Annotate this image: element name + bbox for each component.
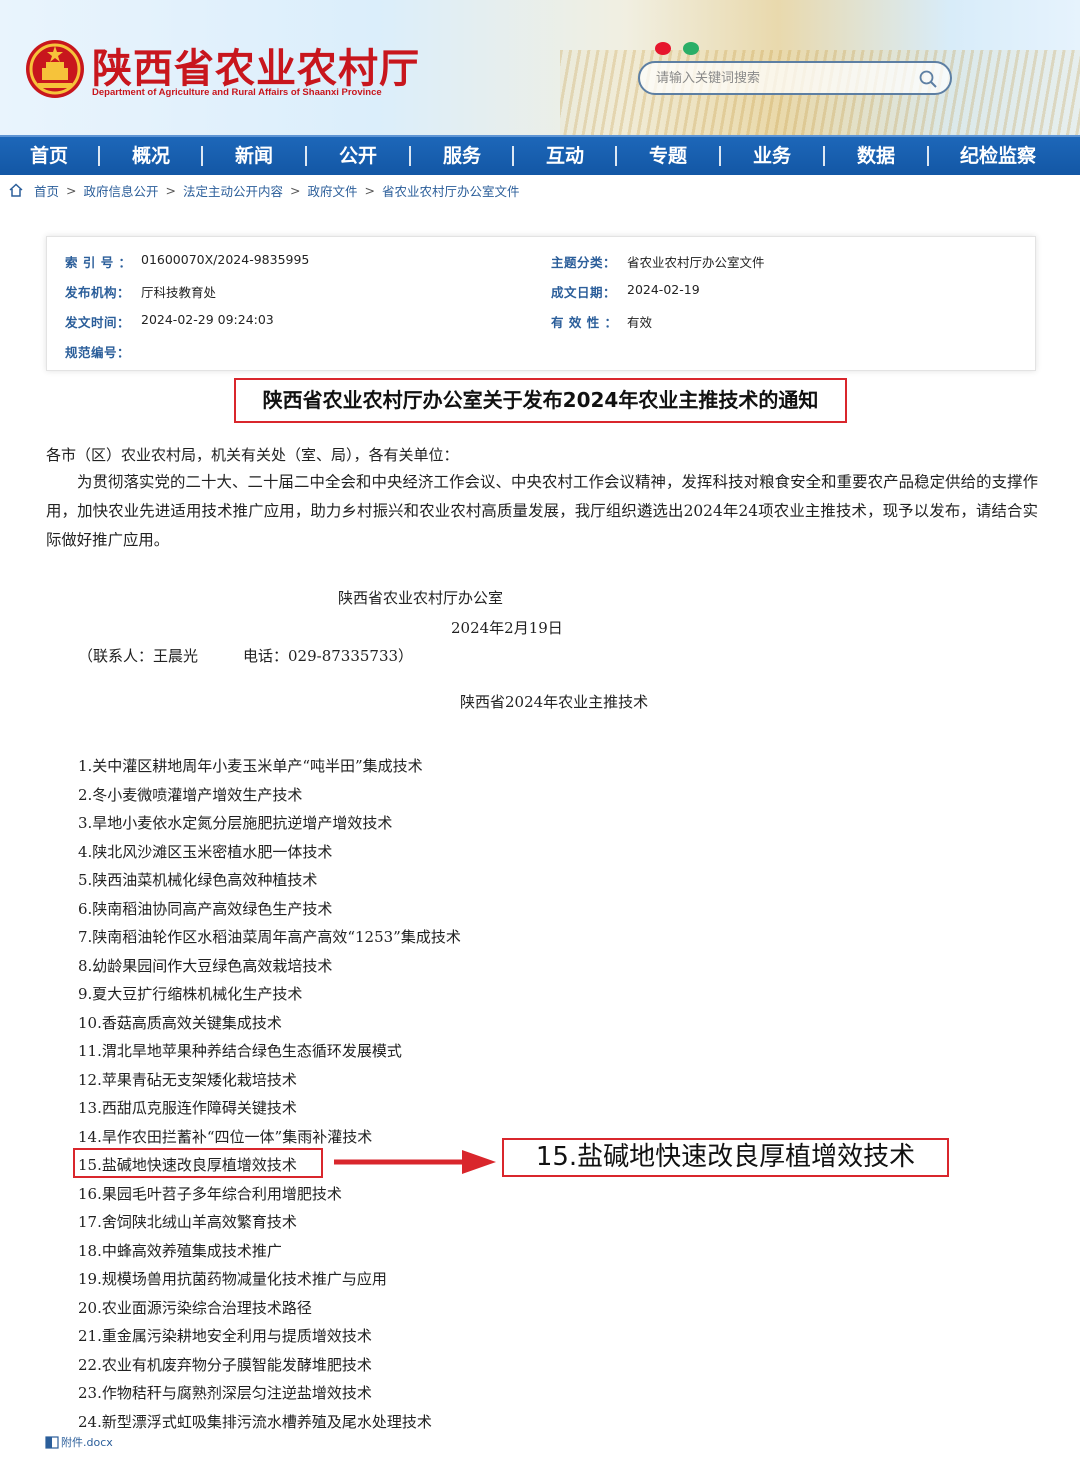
validity-label: 有 效 性 ： [551,315,618,330]
nav-item-public[interactable]: 公开 [317,137,399,175]
list-item: 10.香菇高质高效关键集成技术 [78,1013,282,1032]
share-icons [655,42,699,55]
nav-item-interaction[interactable]: 互动 [524,137,606,175]
validity-value: 有效 [627,315,653,330]
nav-item-home[interactable]: 首页 [8,137,90,175]
nav-divider [98,146,100,166]
nav-item-overview[interactable]: 概况 [110,137,192,175]
list-item: 24.新型漂浮式虹吸集排污流水槽养殖及尾水处理技术 [78,1412,432,1431]
issuer-value: 厅科技教育处 [141,285,217,300]
wechat-icon[interactable] [683,42,699,55]
issuer-label: 发布机构： [65,285,131,300]
breadcrumb: 首页 > 政府信息公开 > 法定主动公开内容 > 政府文件 > 省农业农村厅办公… [8,180,520,200]
home-icon [9,183,23,197]
list-item: 23.作物秸秆与腐熟剂深层匀注逆盐增效技术 [78,1384,372,1402]
contact-info: （联系人：王晨光 电话：029-87335733） [78,647,414,665]
code-label: 规范编号： [65,345,131,360]
signature: 陕西省农业农村厅办公室 [338,589,504,607]
nav-divider [201,146,203,166]
document-meta-box: 索 引 号 ： 01600070X/2024-9835995 发布机构： 厅科技… [46,236,1036,371]
list-item: 21.重金属污染耕地安全利用与提质增效技术 [78,1327,372,1345]
arrow-right-icon [334,1150,496,1174]
index-label: 索 引 号 ： [65,255,132,270]
list-item: 1.关中灌区耕地周年小麦玉米单产“吨半田”集成技术 [78,757,423,775]
breadcrumb-separator: > [364,182,375,198]
list-item: 22.农业有机废弃物分子膜智能发酵堆肥技术 [78,1355,372,1374]
issue-time-value: 2024-02-29 09:24:03 [141,312,274,327]
nav-item-topics[interactable]: 专题 [627,137,709,175]
nav-divider [615,146,617,166]
nav-divider [409,146,411,166]
technology-list: 1.关中灌区耕地周年小麦玉米单产“吨半田”集成技术 2.冬小麦微喷灌增产增效生产… [78,752,461,1436]
list-item: 4.陕北风沙滩区玉米密植水肥一体技术 [78,842,333,861]
document-title: 陕西省农业农村厅办公室关于发布2024年农业主推技术的通知 [262,388,819,412]
weibo-icon[interactable] [655,42,671,55]
list-item: 2.冬小麦微喷灌增产增效生产技术 [78,785,303,804]
list-item: 19.规模场兽用抗菌药物减量化技术推广与应用 [78,1270,387,1288]
list-item: 13.西甜瓜克服连作障碍关键技术 [78,1099,297,1117]
nav-divider [927,146,929,166]
list-item: 3.旱地小麦依水定氮分层施肥抗逆增产增效技术 [78,814,393,832]
list-item: 7.陕南稻油轮作区水稻油菜周年高产高效“1253”集成技术 [78,928,461,946]
notice-paragraph: 为贯彻落实党的二十大、二十届二中全会和中央经济工作会议、中央农村工作会议精神，发… [46,473,1038,549]
sign-date: 2024年2月19日 [451,619,563,637]
main-nav: 首页 概况 新闻 公开 服务 互动 专题 业务 数据 纪检监察 [0,135,1080,175]
nav-divider [512,146,514,166]
breadcrumb-separator: > [66,182,77,198]
topic-label: 主题分类： [551,255,617,270]
item-15-highlight-box [73,1148,323,1178]
site-title[interactable]: 陕西省农业农村厅 [92,36,420,94]
issue-time-label: 发文时间： [65,315,131,330]
breadcrumb-item-office-docs[interactable]: 省农业农村厅办公室文件 [382,181,520,200]
topic-value: 省农业农村厅办公室文件 [627,255,765,270]
national-emblem-icon [26,40,84,98]
list-item: 11.渭北旱地苹果种养结合绿色生态循环发展模式 [78,1042,402,1060]
callout-text: 15.盐碱地快速改良厚植增效技术 [535,1142,916,1172]
nav-item-business[interactable]: 业务 [731,137,813,175]
breadcrumb-item-gov-info[interactable]: 政府信息公开 [84,181,159,200]
nav-item-service[interactable]: 服务 [421,137,503,175]
search-icon[interactable] [918,69,938,89]
nav-item-discipline[interactable]: 纪检监察 [945,137,1051,175]
index-value: 01600070X/2024-9835995 [141,252,310,267]
list-item: 8.幼龄果园间作大豆绿色高效栽培技术 [78,956,333,975]
list-title: 陕西省2024年农业主推技术 [460,693,649,711]
nav-item-news[interactable]: 新闻 [213,137,295,175]
list-item: 20.农业面源污染综合治理技术路径 [78,1298,312,1317]
nav-divider [719,146,721,166]
site-header: 陕西省农业农村厅 Department of Agriculture and R… [0,0,1080,135]
breadcrumb-item-statutory[interactable]: 法定主动公开内容 [183,181,283,200]
breadcrumb-separator: > [165,182,176,198]
date-value: 2024-02-19 [627,282,700,297]
word-document-icon [45,1435,59,1449]
attachment-filename[interactable]: 附件.docx [61,1434,113,1450]
list-item: 16.果园毛叶苕子多年综合利用增肥技术 [78,1184,342,1203]
callout-box: 15.盐碱地快速改良厚植增效技术 [502,1138,949,1177]
date-label: 成文日期： [551,285,617,300]
list-item: 17.舍饲陕北绒山羊高效繁育技术 [78,1213,297,1231]
search-box [638,61,952,95]
document-title-highlight: 陕西省农业农村厅办公室关于发布2024年农业主推技术的通知 [234,378,847,423]
breadcrumb-separator: > [290,182,301,198]
list-item: 18.中蜂高效养殖集成技术推广 [78,1241,282,1260]
search-input[interactable] [656,69,906,87]
nav-item-data[interactable]: 数据 [835,137,917,175]
attachment-link[interactable]: 附件.docx [45,1434,113,1450]
list-item: 9.夏大豆扩行缩株机械化生产技术 [78,985,303,1003]
nav-divider [823,146,825,166]
list-item: 12.苹果青砧无支架矮化栽培技术 [78,1070,297,1089]
breadcrumb-item-gov-docs[interactable]: 政府文件 [308,181,358,200]
nav-divider [305,146,307,166]
list-item: 5.陕西油菜机械化绿色高效种植技术 [78,871,318,889]
salutation: 各市（区）农业农村局，机关有关处（室、局），各有关单位： [46,446,459,464]
breadcrumb-item-home[interactable]: 首页 [34,181,59,200]
site-subtitle: Department of Agriculture and Rural Affa… [92,87,382,98]
list-item: 6.陕南稻油协同高产高效绿色生产技术 [78,899,333,918]
